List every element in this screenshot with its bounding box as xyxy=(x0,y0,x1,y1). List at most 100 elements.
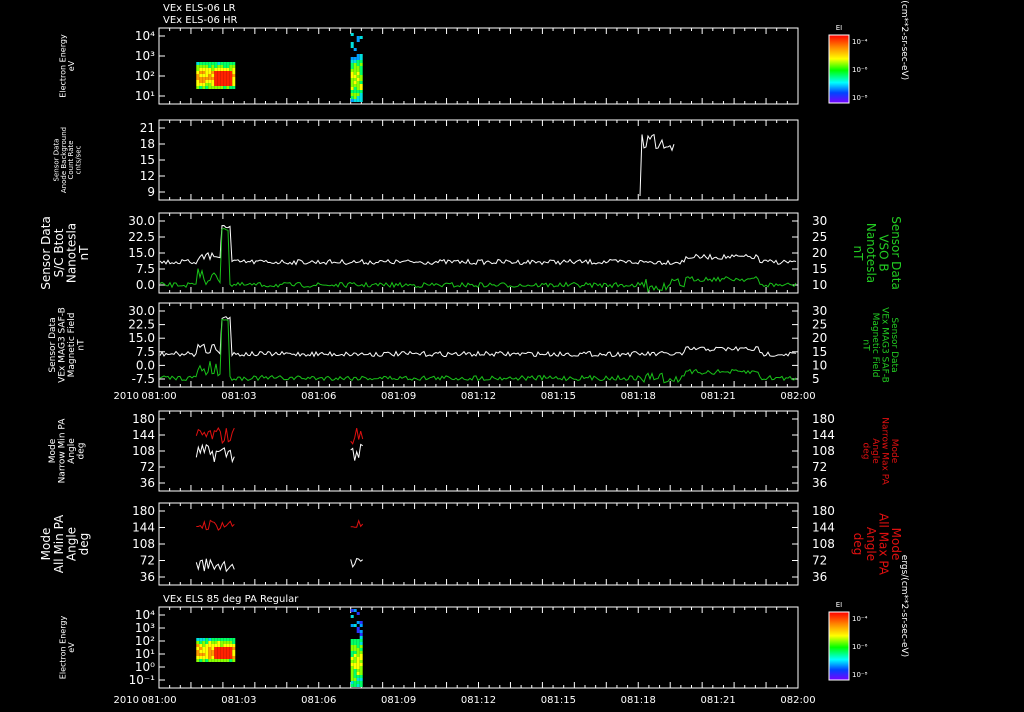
spectrogram-pixel xyxy=(205,653,209,656)
spectrogram-pixel xyxy=(353,645,357,648)
spectrogram-pixel xyxy=(211,86,215,89)
spectrogram-pixel xyxy=(356,96,360,99)
spectrogram-pixel xyxy=(211,62,215,65)
spectrogram-pixel xyxy=(229,77,233,80)
time-tick-label: 081:09 xyxy=(381,695,416,706)
spectrogram-pixel xyxy=(359,63,363,66)
spectrogram-pixel xyxy=(205,86,209,89)
spectrogram-pixel xyxy=(223,71,227,74)
right-tick-label: 144 xyxy=(812,521,835,535)
spectrogram-pixel xyxy=(226,650,230,653)
spectrogram-pixel xyxy=(217,77,221,80)
spectrogram-pixel xyxy=(211,68,215,71)
y-tick-label: 22.5 xyxy=(128,230,155,244)
spectrogram-pixel xyxy=(229,656,233,659)
spectrogram-pixel xyxy=(205,80,209,83)
spectrogram-pixel xyxy=(199,653,203,656)
spectrogram-pixel xyxy=(196,659,200,662)
spectrogram-pixel xyxy=(196,80,200,83)
spectrogram-pixel xyxy=(220,74,224,77)
spectrogram-pixel xyxy=(211,80,215,83)
spectrogram-pixel xyxy=(196,71,200,74)
spectrogram-pixel xyxy=(205,641,209,644)
data-trace xyxy=(195,426,235,445)
time-tick-label: 082:00 xyxy=(780,391,815,402)
spectrogram-pixel xyxy=(199,644,203,647)
spectrogram-pixel xyxy=(211,638,215,641)
spectrogram-pixel xyxy=(223,83,227,86)
spectrogram-pixel xyxy=(232,653,236,656)
spectrogram-pixel xyxy=(229,62,233,65)
panel-frame-5 xyxy=(158,502,799,586)
spectrogram-pixel xyxy=(359,99,363,102)
spectrogram-pixel xyxy=(220,80,224,83)
spectrogram-pixel xyxy=(214,68,218,71)
spectrogram-pixel xyxy=(217,644,221,647)
spectrogram-pixel xyxy=(359,633,363,636)
spectrogram-pixel xyxy=(353,675,357,678)
spectrogram-pixel xyxy=(359,630,363,633)
spectrogram-pixel xyxy=(359,645,363,648)
y-tick-label: 72 xyxy=(140,554,155,568)
spectrogram-pixel xyxy=(359,666,363,669)
spectrogram-pixel xyxy=(202,653,206,656)
spectrogram-pixel xyxy=(350,96,354,99)
spectrogram-pixel xyxy=(359,636,363,639)
spectrogram-pixel xyxy=(214,77,218,80)
colorbar-tick: 10⁻⁸ xyxy=(852,94,868,102)
spectrogram-pixel xyxy=(353,666,357,669)
y-tick-label: 108 xyxy=(132,537,155,551)
spectrogram-pixel xyxy=(208,653,212,656)
spectrogram-pixel xyxy=(232,650,236,653)
time-tick-label: 081:03 xyxy=(221,695,256,706)
spectrogram-pixel xyxy=(359,66,363,69)
spectrogram-pixel xyxy=(350,45,354,48)
spectrogram-pixel xyxy=(220,659,224,662)
spectrogram-pixel xyxy=(226,83,230,86)
spectrogram-pixel xyxy=(356,648,360,651)
y-tick-label: 10² xyxy=(135,634,155,648)
spectrogram-pixel xyxy=(350,615,354,618)
data-trace xyxy=(350,519,364,528)
data-trace xyxy=(639,133,675,197)
panel-frame-1 xyxy=(158,119,799,201)
colorbar-unit-label: ergs/(cm**2-sr-sec-eV) xyxy=(899,555,909,657)
spectrogram-pixel xyxy=(353,657,357,660)
spectrogram-pixel xyxy=(353,78,357,81)
spectrogram-pixel xyxy=(353,81,357,84)
spectrogram-pixel xyxy=(229,80,233,83)
spectrogram-pixel xyxy=(353,669,357,672)
spectrogram-pixel xyxy=(214,647,218,650)
spectrogram-pixel xyxy=(353,609,357,612)
spectrogram-pixel xyxy=(217,659,221,662)
spectrogram-pixel xyxy=(217,653,221,656)
spectrogram-pixel xyxy=(353,72,357,75)
spectrogram-pixel xyxy=(199,647,203,650)
spectrogram-pixel xyxy=(350,657,354,660)
y-tick-label: 15.0 xyxy=(128,246,155,260)
spectrogram-pixel xyxy=(353,678,357,681)
spectrogram-pixel xyxy=(350,642,354,645)
spectrogram-pixel xyxy=(205,77,209,80)
spectrogram-pixel xyxy=(356,63,360,66)
spectrogram-pixel xyxy=(205,65,209,68)
spectrogram-pixel xyxy=(223,74,227,77)
right-tick-label: 10 xyxy=(812,278,827,292)
spectrogram-pixel xyxy=(211,641,215,644)
right-tick-label: 30 xyxy=(812,214,827,228)
spectrogram-pixel xyxy=(214,650,218,653)
colorbar-unit: ergs/(cm**2-sr-sec-eV) xyxy=(899,0,909,80)
spectrogram-pixel xyxy=(229,83,233,86)
spectrogram-pixel xyxy=(350,663,354,666)
spectrogram-pixel xyxy=(208,71,212,74)
spectrogram-pixel xyxy=(196,647,200,650)
spectrogram-pixel xyxy=(350,669,354,672)
right-tick-label: 25 xyxy=(812,230,827,244)
spectrogram-pixel xyxy=(353,663,357,666)
left-axis-label: Mode Narrow Min PA Angle deg xyxy=(48,418,86,484)
spectrogram-pixel xyxy=(350,639,354,642)
spectrogram-pixel xyxy=(220,68,224,71)
spectrogram-pixel xyxy=(220,86,224,89)
spectrogram-pixel xyxy=(205,656,209,659)
spectrogram-pixel xyxy=(359,57,363,60)
